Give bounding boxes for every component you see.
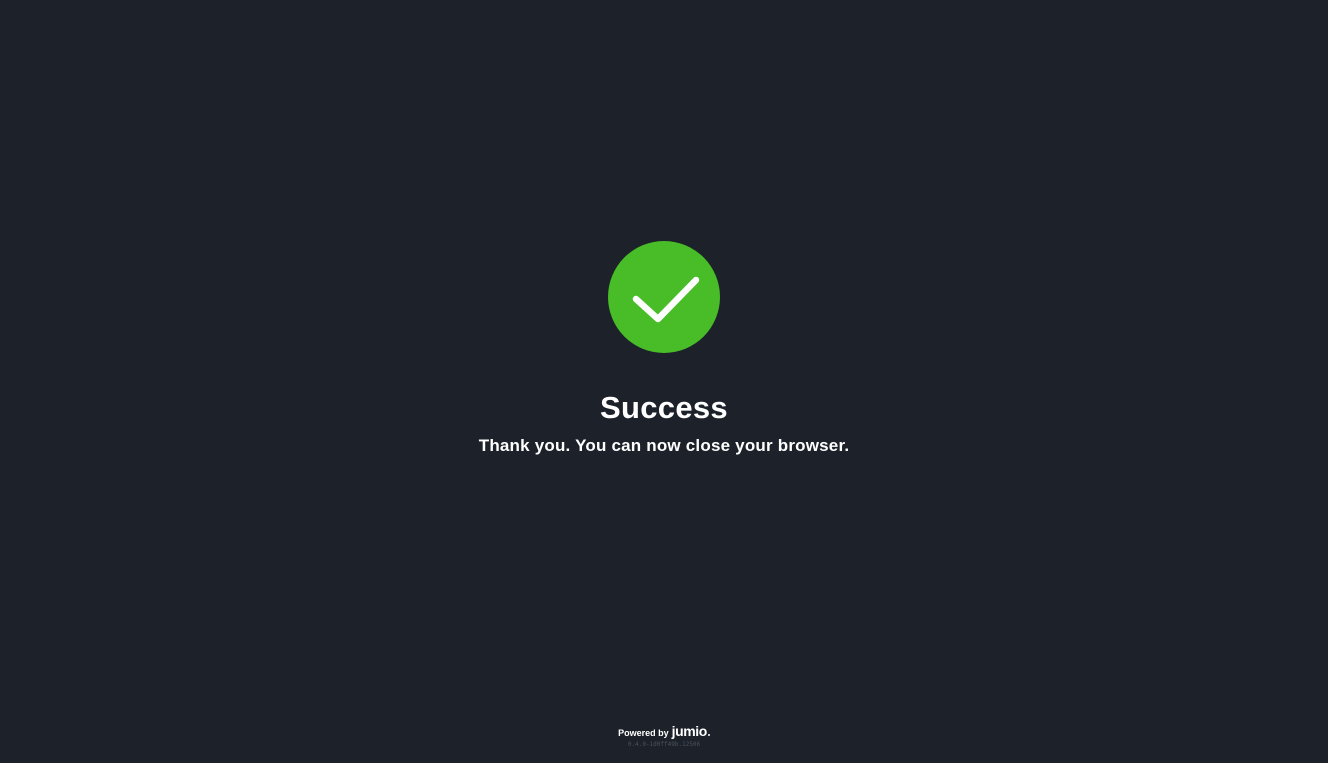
powered-by-label: Powered by: [618, 728, 669, 738]
jumio-logo: jumio: [672, 723, 710, 739]
status-message: Thank you. You can now close your browse…: [478, 436, 850, 455]
powered-by-badge: Powered by jumio: [618, 723, 710, 739]
footer: Powered by jumio 0.4.0-1d0ff49b.12506: [0, 723, 1328, 749]
checkmark-icon: [632, 276, 700, 323]
version-label: 0.4.0-1d0ff49b.12506: [627, 741, 701, 748]
page-title: Success: [600, 390, 728, 425]
logo-dot: [707, 734, 710, 736]
success-panel: Success Thank you. You can now close you…: [0, 241, 1328, 456]
jumio-logo-text: jumio: [671, 723, 708, 739]
success-checkmark-icon: [608, 241, 720, 353]
